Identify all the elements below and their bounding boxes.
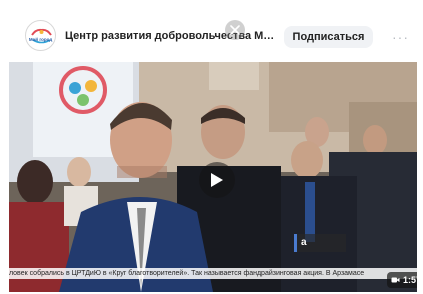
duration-label: 1:57 bbox=[402, 275, 417, 285]
close-button[interactable] bbox=[225, 20, 245, 40]
play-icon bbox=[211, 173, 223, 187]
news-ticker: ловек собрались в ЦРТДиЮ в «Круг благотв… bbox=[9, 268, 417, 279]
video-player[interactable]: а ловек собрались в ЦРТДиЮ в «Круг благо… bbox=[9, 62, 417, 292]
channel-logo-icon bbox=[28, 23, 55, 50]
caption-name-plate: а bbox=[294, 234, 346, 252]
video-post-card: Мой город Центр развития добровольчества… bbox=[0, 0, 423, 294]
channel-logo-label: Мой город bbox=[28, 37, 53, 42]
close-icon bbox=[230, 25, 240, 35]
video-duration-badge: 1:57 bbox=[387, 272, 417, 288]
post-header: Мой город Центр развития добровольчества… bbox=[0, 0, 423, 62]
channel-title[interactable]: Центр развития добровольчества Мой ... bbox=[65, 30, 277, 43]
play-button[interactable] bbox=[199, 162, 235, 198]
video-camera-icon bbox=[391, 277, 400, 283]
more-options-icon[interactable]: ··· bbox=[392, 30, 408, 44]
subscribe-button[interactable]: Подписаться bbox=[284, 26, 373, 48]
channel-avatar[interactable]: Мой город bbox=[25, 20, 56, 51]
